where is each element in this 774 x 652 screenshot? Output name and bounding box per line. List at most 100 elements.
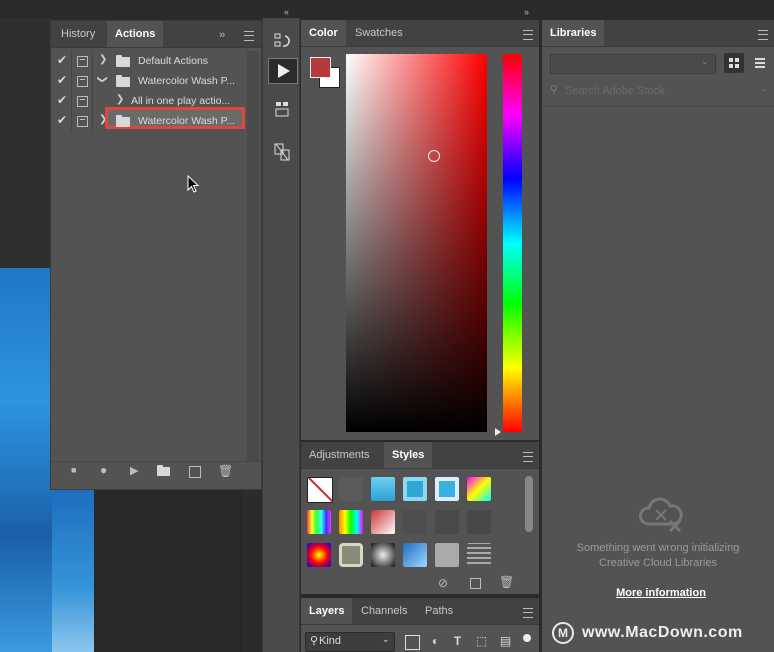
cloud-error-icon <box>638 496 684 537</box>
style-swatch[interactable] <box>307 543 331 567</box>
dialog-toggle-icon[interactable] <box>77 76 88 87</box>
style-swatch[interactable] <box>467 543 491 567</box>
style-swatch[interactable] <box>435 477 459 501</box>
chevron-down-icon[interactable]: ❯ <box>97 75 108 83</box>
new-action-icon[interactable] <box>189 466 201 478</box>
layer-filter-icons: ◐ T ⬚ ▤ <box>399 630 539 652</box>
style-swatch[interactable] <box>307 510 331 534</box>
pixel-filter-icon[interactable] <box>405 635 420 650</box>
tab-channels[interactable]: Channels <box>353 598 415 624</box>
list-item[interactable]: ✔ ❯ Watercolor Wash P... <box>51 71 259 91</box>
scrollbar[interactable] <box>247 51 259 461</box>
toggle-item-check-icon[interactable]: ✔ <box>57 93 69 107</box>
adjustment-filter-icon[interactable]: ◐ <box>429 635 442 648</box>
style-swatch[interactable] <box>339 543 363 567</box>
chevron-right-icon[interactable]: ❯ <box>116 94 124 105</box>
properties-icon[interactable] <box>268 140 296 164</box>
style-swatch[interactable] <box>371 543 395 567</box>
hue-slider-handle[interactable] <box>495 428 501 436</box>
style-swatch[interactable] <box>339 510 363 534</box>
new-style-icon[interactable] <box>470 578 481 589</box>
macdown-logo: M <box>552 622 574 644</box>
library-select[interactable]: ⌄ <box>550 54 716 74</box>
style-swatch[interactable] <box>403 477 427 501</box>
scrollbar[interactable] <box>525 476 533 532</box>
folder-icon <box>116 55 130 67</box>
clear-style-icon[interactable]: ⊘ <box>438 576 448 590</box>
dialog-toggle-icon[interactable] <box>77 96 88 107</box>
grid-view-button[interactable] <box>724 53 744 73</box>
stock-search[interactable]: ⚲ Search Adobe Stock ⌄ <box>550 82 770 100</box>
tab-adjustments[interactable]: Adjustments <box>301 442 378 468</box>
mouse-cursor <box>187 174 201 198</box>
tab-color[interactable]: Color <box>301 20 346 46</box>
expand-icon[interactable]: ›› <box>219 29 225 41</box>
dialog-toggle-icon[interactable] <box>77 116 88 127</box>
panel-menu-icon[interactable] <box>523 30 533 40</box>
style-swatch[interactable] <box>435 543 459 567</box>
record-icon[interactable]: ● <box>100 463 107 477</box>
stock-search-placeholder: Search Adobe Stock <box>565 85 665 97</box>
list-view-button[interactable] <box>750 53 770 73</box>
dialog-toggle-icon[interactable] <box>77 56 88 67</box>
style-swatch[interactable] <box>435 510 459 534</box>
collapse-panels-icon[interactable]: ›› <box>524 7 529 17</box>
stop-icon[interactable]: ■ <box>71 465 76 475</box>
panel-menu-icon[interactable] <box>523 452 533 462</box>
tab-paths[interactable]: Paths <box>417 598 461 624</box>
delete-style-icon[interactable]: 🗑 <box>499 575 514 589</box>
error-line-2: Creative Cloud Libraries <box>599 557 717 569</box>
collapse-panels-icon[interactable]: ‹‹ <box>284 7 289 17</box>
type-filter-icon[interactable]: T <box>451 635 464 648</box>
style-swatch[interactable] <box>467 477 491 501</box>
tab-libraries[interactable]: Libraries <box>542 20 605 46</box>
toggle-item-check-icon[interactable]: ✔ <box>57 73 69 87</box>
toggle-item-check-icon[interactable]: ✔ <box>57 53 69 67</box>
chevron-right-icon[interactable]: ❯ <box>99 54 107 65</box>
styles-panel: Adjustments Styles ⊘ 🗑 <box>301 442 539 594</box>
tab-styles[interactable]: Styles <box>384 442 433 468</box>
folder-icon <box>116 115 130 127</box>
style-none-swatch[interactable] <box>307 477 333 503</box>
tab-layers[interactable]: Layers <box>301 598 353 624</box>
style-swatch[interactable] <box>467 510 491 534</box>
tab-history[interactable]: History <box>53 21 103 47</box>
layers-panel: Layers Channels Paths ⚲ Kind ⌄ ◐ T ⬚ ▤ <box>301 598 539 652</box>
actions-play-icon[interactable] <box>268 58 298 84</box>
list-item[interactable]: ✔ ❯ Watercolor Wash P... <box>51 107 259 131</box>
action-set-label: Watercolor Wash P... <box>138 75 236 87</box>
color-picker-ring[interactable] <box>428 150 440 162</box>
panel-menu-icon[interactable] <box>523 608 533 618</box>
color-field[interactable] <box>346 54 487 432</box>
document-canvas <box>0 18 52 652</box>
style-swatch[interactable] <box>339 477 363 501</box>
shape-filter-icon[interactable]: ⬚ <box>475 635 488 648</box>
play-icon[interactable]: ▶ <box>130 464 138 477</box>
smart-object-filter-icon[interactable]: ▤ <box>499 635 512 648</box>
more-information-link[interactable]: More information <box>542 587 774 599</box>
list-item[interactable]: ✔ ❯ Default Actions <box>51 51 259 71</box>
style-swatch[interactable] <box>371 510 395 534</box>
canvas-image-lower <box>52 488 94 652</box>
style-swatch[interactable] <box>371 477 395 501</box>
panel-menu-icon[interactable] <box>244 31 254 41</box>
actions-toolbar: ■ ● ▶ 🗑 <box>51 461 261 482</box>
style-swatch[interactable] <box>403 510 427 534</box>
layers-tabbar: Layers Channels Paths <box>301 598 539 625</box>
history-brush-icon[interactable] <box>268 30 296 54</box>
style-swatch[interactable] <box>403 543 427 567</box>
action-label: All in one play actio... <box>131 95 231 107</box>
actions-list: ✔ ❯ Default Actions ✔ ❯ Watercolor Wash … <box>51 51 247 461</box>
action-set-label: Watercolor Wash P... <box>138 115 236 127</box>
kind-filter-select[interactable]: ⚲ Kind ⌄ <box>305 632 395 652</box>
filter-toggle-icon[interactable] <box>523 634 531 642</box>
3d-panel-icon[interactable] <box>268 98 296 122</box>
tab-swatches[interactable]: Swatches <box>347 20 411 46</box>
color-panel: Color Swatches <box>301 20 539 440</box>
tab-actions[interactable]: Actions <box>107 21 164 47</box>
delete-icon[interactable]: 🗑 <box>218 464 233 478</box>
foreground-color-swatch[interactable] <box>310 57 331 78</box>
hue-slider[interactable] <box>503 54 522 432</box>
toggle-item-check-icon[interactable]: ✔ <box>57 113 69 127</box>
panel-menu-icon[interactable] <box>758 30 768 40</box>
